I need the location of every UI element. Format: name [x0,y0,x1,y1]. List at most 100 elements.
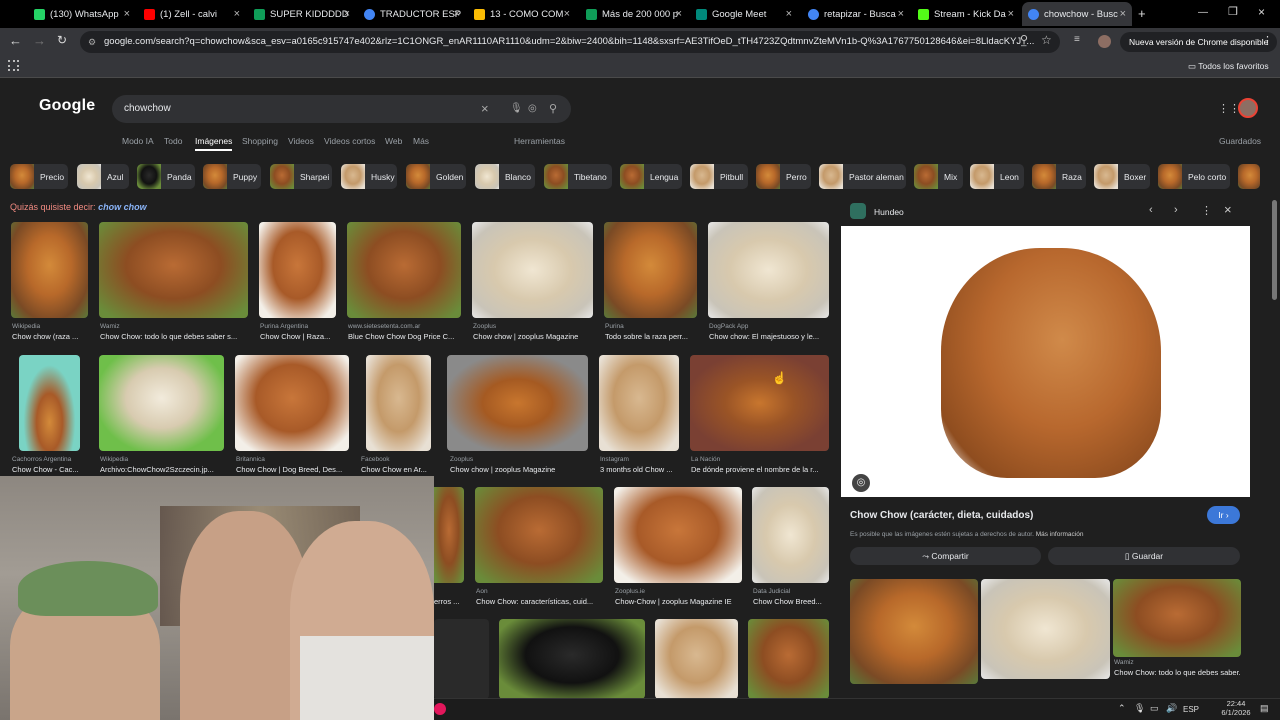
clock[interactable]: 22:44 6/1/2026 [1216,699,1256,717]
result-image[interactable] [752,487,829,583]
related-image[interactable] [850,579,978,684]
search-icon[interactable]: ⚲ [549,95,557,123]
tab-kick[interactable]: Stream - Kick Da × [912,2,1020,26]
result-image[interactable] [11,222,88,318]
result-image[interactable] [748,619,829,698]
search-input[interactable]: chowchow × 🎙 ◎ ⚲ [112,95,571,123]
result-caption[interactable]: Chow Chow Breed... [753,597,829,606]
result-caption[interactable]: 3 months old Chow ... [600,465,679,474]
chrome-update-button[interactable]: Nueva versión de Chrome disponible [1120,32,1278,52]
chip-boxer[interactable]: Boxer [1094,164,1150,189]
close-tab-icon[interactable]: × [124,8,130,20]
preview-source[interactable]: Hundeo [874,207,904,217]
related-image[interactable] [981,579,1110,679]
save-button[interactable]: ▯ Guardar [1048,547,1240,565]
close-tab-icon[interactable]: × [454,8,460,20]
chip-precio[interactable]: Precio [10,164,68,189]
result-caption[interactable]: Chow chow (raza ... [12,332,89,341]
clear-icon[interactable]: × [481,95,489,123]
voice-search-icon[interactable]: 🎙 [510,95,523,123]
address-bar[interactable]: ⚙ google.com/search?q=chowchow&sca_esv=a… [80,31,1060,53]
result-caption[interactable]: Chow Chow: características, cuid... [476,597,603,606]
result-caption[interactable]: Chow Chow | Dog Breed, Des... [236,465,349,474]
preview-title[interactable]: Chow Chow (carácter, dieta, cuidados) [850,510,1033,521]
close-tab-icon[interactable]: × [234,8,240,20]
result-image[interactable] [447,355,588,451]
page-scrollbar[interactable] [1272,200,1277,300]
chip-panda[interactable]: Panda [137,164,195,189]
media-icon[interactable]: ≡ [1074,34,1080,45]
more-menu-icon[interactable]: ⋮ [1262,34,1273,47]
result-image[interactable] [655,619,738,698]
close-tab-icon[interactable]: × [1120,8,1126,20]
chip-pitbull[interactable]: Pitbull [690,164,748,189]
result-image[interactable] [259,222,336,318]
result-image[interactable] [19,355,80,451]
nav-shopping[interactable]: Shopping [242,136,278,146]
site-info-icon[interactable]: ⚙ [88,31,96,53]
nav-all[interactable]: Todo [164,136,182,146]
result-image[interactable] [614,487,742,583]
nav-web[interactable]: Web [385,136,402,146]
nav-short-videos[interactable]: Videos cortos [324,136,375,146]
close-preview-icon[interactable]: × [1224,202,1232,217]
search-icon[interactable]: ⚲ [1020,33,1028,46]
bookmark-star-icon[interactable]: ☆ [1041,33,1052,47]
tab-meet[interactable]: Google Meet × [690,2,798,26]
lens-search-icon[interactable]: ◎ [852,474,870,492]
chip-sharpei[interactable]: Sharpei [270,164,332,189]
close-tab-icon[interactable]: × [1008,8,1014,20]
visit-button[interactable]: Ir › [1207,506,1240,524]
apps-grid-icon[interactable] [8,60,19,71]
tab-drive[interactable]: 13 - COMO COM × [468,2,576,26]
result-caption[interactable]: Chow chow: El majestuoso y le... [709,332,829,341]
app-icon[interactable] [434,703,446,715]
chip-azul[interactable]: Azul [77,164,129,189]
close-tab-icon[interactable]: × [344,8,350,20]
result-image[interactable] [599,355,679,451]
new-tab-button[interactable]: + [1138,6,1146,21]
reload-icon[interactable]: ↻ [57,33,67,47]
profile-avatar[interactable] [1098,35,1111,48]
result-image[interactable] [434,487,464,583]
google-apps-icon[interactable]: ⋮⋮ [1218,102,1240,115]
result-image[interactable] [604,222,697,318]
close-tab-icon[interactable]: × [564,8,570,20]
result-caption[interactable]: De dónde proviene el nombre de la r... [691,465,829,474]
result-image[interactable] [434,619,489,698]
more-options-icon[interactable]: ⋮ [1201,204,1212,217]
next-icon[interactable]: › [1174,204,1178,216]
chip-puppy[interactable]: Puppy [203,164,261,189]
chip-pelo-corto[interactable]: Pelo corto [1158,164,1230,189]
result-image[interactable] [99,355,224,451]
chip-leon[interactable]: Leon [970,164,1024,189]
chip-raza[interactable]: Raza [1032,164,1086,189]
result-caption[interactable]: Chow Chow: todo lo que debes saber s... [100,332,248,341]
maximize-button[interactable]: ❐ [1228,5,1238,18]
close-tab-icon[interactable]: × [898,8,904,20]
google-logo[interactable]: Google [39,97,95,115]
close-tab-icon[interactable]: × [786,8,792,20]
chip-pastor-aleman[interactable]: Pastor aleman [819,164,906,189]
tab-sheets-2[interactable]: Más de 200 000 p × [580,2,688,26]
close-window-button[interactable]: × [1258,5,1265,19]
tray-chevron-icon[interactable]: ⌃ [1118,703,1126,714]
tools-button[interactable]: Herramientas [514,136,565,146]
mic-icon[interactable]: 🎙 [1134,703,1145,714]
did-you-mean-link[interactable]: chow chow [98,202,147,212]
chip-blanco[interactable]: Blanco [475,164,535,189]
result-caption[interactable]: erros ... [434,597,464,606]
result-image[interactable] [708,222,829,318]
nav-videos[interactable]: Videos [288,136,314,146]
nav-ai-mode[interactable]: Modo IA [122,136,154,146]
result-image[interactable] [472,222,593,318]
close-tab-icon[interactable]: × [676,8,682,20]
back-icon[interactable]: ← [9,33,22,48]
tab-sheets[interactable]: SUPER KIDDDDD × [248,2,356,26]
lens-icon[interactable]: ◎ [528,95,537,123]
tab-youtube[interactable]: (1) Zell - calvi × [138,2,246,26]
previous-icon[interactable]: ‹ [1149,204,1153,216]
share-button[interactable]: ⤳ Compartir [850,547,1041,565]
related-caption[interactable]: Chow Chow: todo lo que debes saber... [1114,668,1240,677]
result-image[interactable] [99,222,248,318]
